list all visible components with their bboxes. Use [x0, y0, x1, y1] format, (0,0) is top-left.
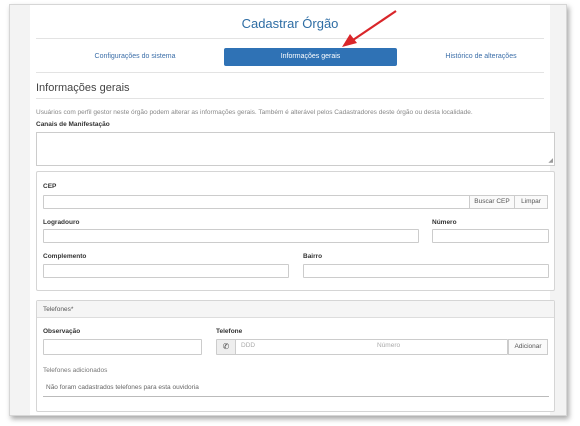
telefones-box: Telefones* Observação Telefone ✆ DDD Núm… [36, 300, 555, 412]
complemento-input[interactable] [43, 264, 289, 278]
limpar-button[interactable]: Limpar [514, 195, 548, 209]
telefone-group: ✆ DDD Número [216, 339, 508, 355]
section-divider [36, 98, 544, 99]
empty-telefones-message: Não foram cadastrados telefones para est… [46, 384, 199, 391]
canais-textarea[interactable]: ◢ [36, 132, 555, 166]
bairro-label: Bairro [303, 253, 323, 260]
numero-input[interactable] [432, 229, 549, 243]
telefones-adicionados-label: Telefones adicionados [43, 367, 108, 374]
logradouro-input[interactable] [43, 229, 419, 243]
form-panel: Cadastrar Órgão Configurações do sistema… [30, 5, 555, 415]
canais-label: Canais de Manifestação [36, 121, 110, 128]
bairro-input[interactable] [303, 264, 549, 278]
tab-configuracoes[interactable]: Configurações do sistema [60, 48, 210, 66]
cep-input[interactable] [43, 195, 470, 209]
section-title: Informações gerais [36, 82, 130, 94]
buscar-cep-button[interactable]: Buscar CEP [469, 195, 515, 209]
phone-icon: ✆ [217, 340, 236, 354]
tab-informacoes-gerais[interactable]: Informações gerais [224, 48, 397, 66]
page-title: Cadastrar Órgão [241, 16, 339, 31]
list-underline [43, 396, 549, 397]
numero-telefone-input[interactable]: Número [377, 342, 497, 349]
adicionar-button[interactable]: Adicionar [508, 339, 548, 355]
logradouro-label: Logradouro [43, 219, 80, 226]
observacao-input[interactable] [43, 339, 202, 355]
address-box: CEP Buscar CEP Limpar Logradouro Número … [36, 171, 555, 291]
telefone-label: Telefone [216, 328, 243, 335]
tabs-divider [36, 72, 544, 73]
window-frame: Cadastrar Órgão Configurações do sistema… [9, 4, 567, 416]
title-divider [36, 38, 544, 39]
numero-label: Número [432, 219, 457, 226]
help-text: Usuários com perfil gestor neste órgão p… [36, 109, 473, 116]
telefones-header: Telefones* [37, 301, 554, 318]
resize-handle-icon[interactable]: ◢ [548, 158, 553, 164]
ddd-input[interactable]: DDD [241, 342, 361, 349]
observacao-label: Observação [43, 328, 81, 335]
tab-historico[interactable]: Histórico de alterações [422, 48, 540, 66]
cep-label: CEP [43, 183, 57, 190]
complemento-label: Complemento [43, 253, 87, 260]
